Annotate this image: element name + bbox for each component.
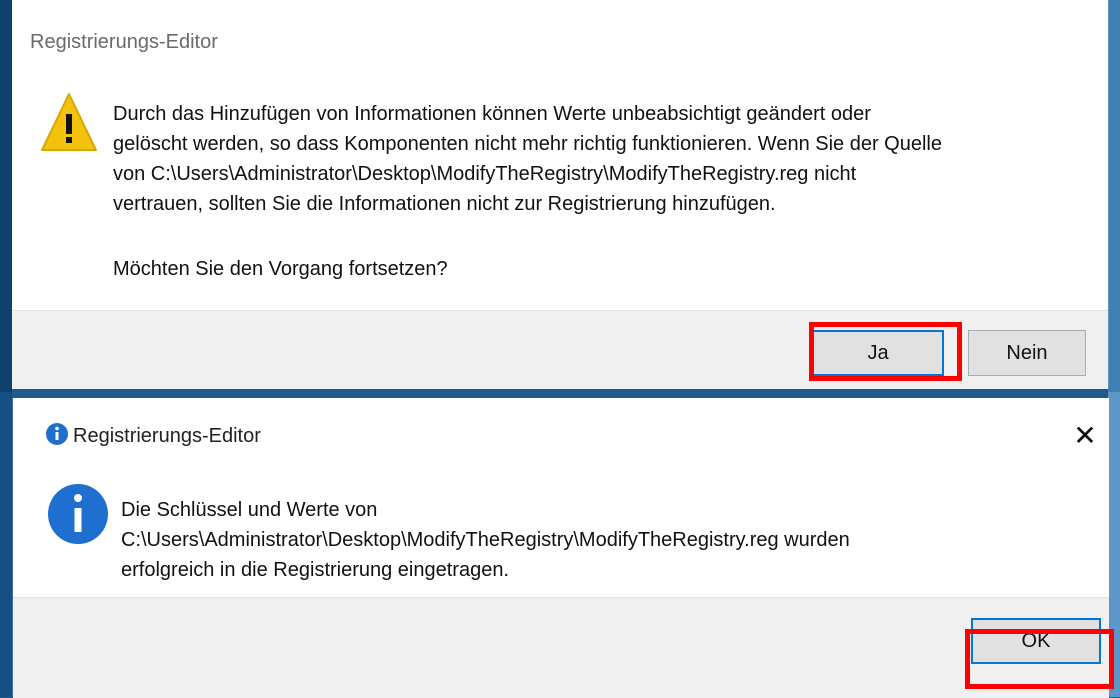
- info-icon: [46, 423, 68, 445]
- yes-button[interactable]: Ja: [812, 330, 944, 376]
- no-button[interactable]: Nein: [968, 330, 1086, 376]
- dialog-title: Registrierungs-Editor: [30, 31, 218, 53]
- desktop-background-strip: [1108, 392, 1120, 697]
- message-line: C:\Users\Administrator\Desktop\ModifyThe…: [121, 529, 850, 551]
- info-dialog: Registrierungs-Editor ✕ Die Schlüssel un…: [12, 398, 1109, 698]
- confirmation-dialog: Registrierungs-Editor Durch das Hinzufüg…: [12, 0, 1109, 389]
- ok-button[interactable]: OK: [971, 618, 1101, 664]
- message-line: Durch das Hinzufügen von Informationen k…: [113, 103, 871, 125]
- close-button[interactable]: ✕: [1069, 420, 1101, 452]
- message-line: von C:\Users\Administrator\Desktop\Modif…: [113, 163, 857, 185]
- dialog-title: Registrierungs-Editor: [73, 425, 261, 447]
- dialog-footer: [13, 597, 1109, 698]
- dialog-question: Möchten Sie den Vorgang fortsetzen?: [113, 258, 448, 280]
- close-icon: ✕: [1073, 420, 1097, 451]
- desktop-background-strip: [0, 0, 12, 392]
- warning-icon: [41, 93, 97, 151]
- message-line: erfolgreich in die Registrierung eingetr…: [121, 559, 510, 581]
- dialog-message: Durch das Hinzufügen von Informationen k…: [113, 99, 942, 219]
- desktop-background-strip: [1108, 0, 1120, 392]
- message-line: vertrauen, sollten Sie die Informationen…: [113, 193, 776, 215]
- message-line: gelöscht werden, so dass Komponenten nic…: [113, 133, 942, 155]
- desktop-background-strip: [0, 392, 12, 697]
- message-line: Die Schlüssel und Werte von: [121, 499, 378, 521]
- dialog-message: Die Schlüssel und Werte von C:\Users\Adm…: [121, 495, 850, 585]
- info-icon: [48, 484, 108, 544]
